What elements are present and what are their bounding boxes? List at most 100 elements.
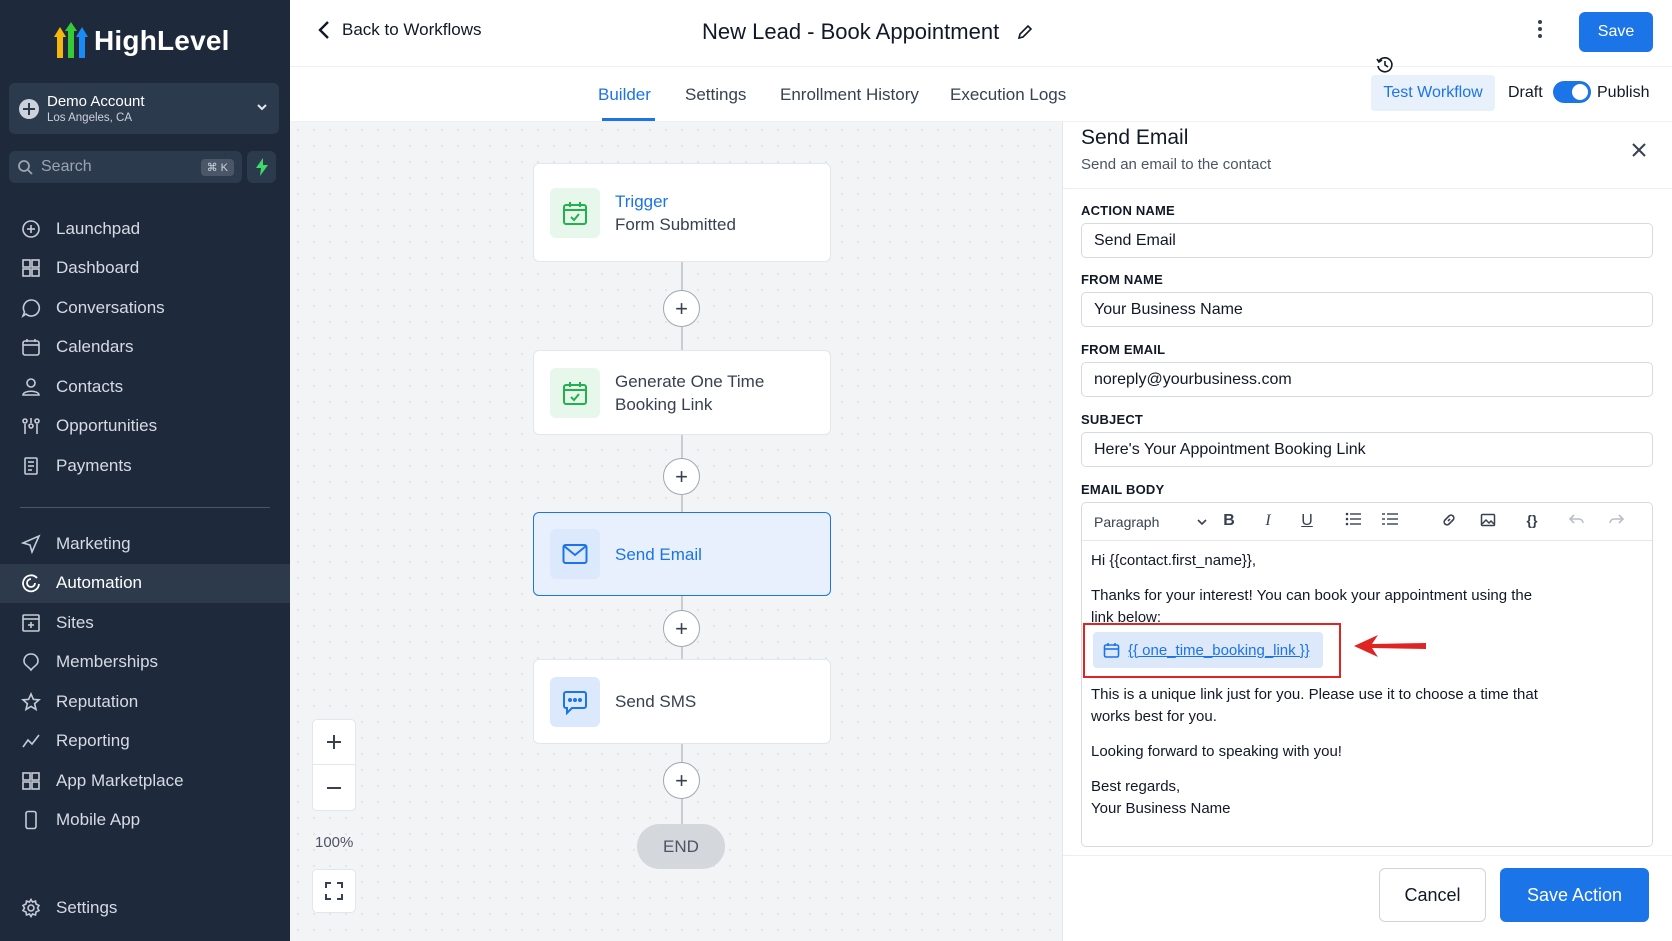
- bold-icon[interactable]: B: [1219, 512, 1239, 530]
- sidebar-item-dashboard[interactable]: Dashboard: [0, 249, 290, 289]
- italic-icon[interactable]: I: [1258, 512, 1278, 530]
- brand-name: HighLevel: [94, 25, 230, 56]
- opportunities-icon: [20, 415, 42, 437]
- star-icon: [20, 691, 42, 713]
- sidebar-item-conversations[interactable]: Conversations: [0, 288, 290, 328]
- test-workflow-button[interactable]: Test Workflow: [1371, 75, 1495, 111]
- zoom-out-button[interactable]: [313, 765, 355, 810]
- fit-to-screen-button[interactable]: [312, 869, 356, 913]
- search-icon: [18, 160, 33, 175]
- reporting-icon: [20, 730, 42, 752]
- add-step-button[interactable]: +: [663, 762, 700, 799]
- sidebar-item-launchpad[interactable]: Launchpad: [0, 209, 290, 249]
- sidebar-item-label: Settings: [56, 897, 118, 917]
- quick-actions-button[interactable]: [247, 151, 276, 183]
- link-icon[interactable]: [1439, 512, 1459, 533]
- sidebar-item-payments[interactable]: Payments: [0, 446, 290, 486]
- sidebar-item-reputation[interactable]: Reputation: [0, 682, 290, 722]
- workflow-title: New Lead - Book Appointment: [702, 19, 1033, 45]
- action-name-field[interactable]: Send Email: [1081, 223, 1653, 258]
- email-body-editor[interactable]: Paragraph B I U {} Hi {{contact.first_na…: [1081, 502, 1653, 847]
- booking-link-text[interactable]: {{ one_time_booking_link }}: [1128, 642, 1310, 659]
- add-step-button[interactable]: +: [663, 458, 700, 495]
- save-action-button[interactable]: Save Action: [1500, 868, 1649, 922]
- sidebar-item-automation[interactable]: Automation: [0, 563, 290, 603]
- tab-settings[interactable]: Settings: [685, 85, 746, 105]
- close-icon[interactable]: [1631, 138, 1647, 164]
- underline-icon[interactable]: U: [1297, 512, 1317, 530]
- from-email-label: FROM EMAIL: [1081, 342, 1166, 357]
- sidebar-item-sites[interactable]: Sites: [0, 603, 290, 643]
- sidebar-item-label: Launchpad: [56, 218, 141, 238]
- sidebar-item-label: Contacts: [56, 376, 124, 396]
- sidebar-item-marketing[interactable]: Marketing: [0, 524, 290, 564]
- workflow-node-send-sms[interactable]: Send SMS: [533, 659, 831, 744]
- chevron-left-icon: [318, 21, 329, 39]
- sidebar-item-app-marketplace[interactable]: App Marketplace: [0, 761, 290, 801]
- back-to-workflows-link[interactable]: Back to Workflows: [318, 20, 482, 40]
- sidebar-item-mobile-app[interactable]: Mobile App: [0, 801, 290, 841]
- tab-execution-logs[interactable]: Execution Logs: [950, 85, 1066, 105]
- sidebar-item-reporting[interactable]: Reporting: [0, 722, 290, 762]
- connector-line: [681, 495, 683, 512]
- node-label: Trigger Form Submitted: [615, 190, 736, 236]
- account-switcher[interactable]: Demo Account Los Angeles, CA: [9, 83, 279, 134]
- add-step-button[interactable]: +: [663, 610, 700, 647]
- calendar-icon: [550, 187, 600, 238]
- sidebar-item-label: Reputation: [56, 691, 139, 711]
- more-options-icon[interactable]: [1537, 19, 1543, 45]
- undo-icon[interactable]: [1567, 512, 1587, 531]
- launchpad-icon: [20, 218, 42, 240]
- email-paragraph-2-line2: works best for you.: [1091, 708, 1217, 725]
- workflow-node-send-email[interactable]: Send Email: [533, 512, 831, 596]
- workflow-end-node: END: [637, 824, 725, 869]
- panel-footer-divider: [1063, 855, 1672, 856]
- sidebar-item-settings[interactable]: Settings: [0, 888, 290, 928]
- search-input[interactable]: Search ⌘ K: [9, 151, 242, 183]
- sidebar-item-calendars[interactable]: Calendars: [0, 328, 290, 368]
- from-name-label: FROM NAME: [1081, 272, 1163, 287]
- panel-subtitle: Send an email to the contact: [1081, 156, 1272, 173]
- booking-link-chip[interactable]: {{ one_time_booking_link }}: [1093, 632, 1323, 668]
- sidebar-item-label: Dashboard: [56, 258, 140, 278]
- brand-logo[interactable]: HighLevel: [54, 22, 230, 60]
- panel-title: Send Email: [1081, 126, 1189, 149]
- from-name-field[interactable]: Your Business Name: [1081, 292, 1653, 327]
- from-email-field[interactable]: noreply@yourbusiness.com: [1081, 362, 1653, 397]
- numbered-list-icon[interactable]: [1380, 512, 1400, 531]
- search-placeholder: Search: [41, 158, 92, 175]
- redo-icon[interactable]: [1606, 512, 1626, 531]
- workflow-node-trigger[interactable]: Trigger Form Submitted: [533, 163, 831, 262]
- add-step-button[interactable]: +: [663, 290, 700, 327]
- sidebar-item-contacts[interactable]: Contacts: [0, 367, 290, 407]
- workflow-node-booking-link[interactable]: Generate One Time Booking Link: [533, 350, 831, 435]
- zoom-in-button[interactable]: [313, 720, 355, 766]
- paragraph-format-select[interactable]: Paragraph: [1094, 514, 1207, 530]
- subject-field[interactable]: Here's Your Appointment Booking Link: [1081, 432, 1653, 467]
- tab-enrollment-history[interactable]: Enrollment History: [780, 85, 919, 105]
- memberships-icon: [20, 651, 42, 673]
- node-title-line1: Generate One Time: [615, 371, 765, 391]
- grid-icon: [20, 770, 42, 792]
- sidebar: HighLevel Demo Account Los Angeles, CA S…: [0, 0, 290, 941]
- pencil-icon[interactable]: [1017, 24, 1033, 40]
- highlevel-logo-icon: [54, 22, 88, 58]
- bullet-list-icon[interactable]: [1343, 512, 1363, 531]
- tab-builder[interactable]: Builder: [598, 85, 651, 105]
- sidebar-item-opportunities[interactable]: Opportunities: [0, 407, 290, 447]
- email-signoff-line: Best regards,: [1091, 778, 1181, 795]
- sidebar-item-label: Payments: [56, 455, 132, 475]
- save-button[interactable]: Save: [1579, 12, 1653, 52]
- sidebar-item-memberships[interactable]: Memberships: [0, 643, 290, 683]
- code-braces-icon[interactable]: {}: [1522, 512, 1542, 528]
- email-paragraph-2-line1: This is a unique link just for you. Plea…: [1091, 686, 1538, 703]
- node-label: Send SMS: [615, 690, 696, 713]
- publish-label: Publish: [1597, 84, 1650, 101]
- sidebar-nav-footer: Settings: [0, 888, 290, 928]
- image-icon[interactable]: [1478, 512, 1498, 533]
- sidebar-item-label: Mobile App: [56, 810, 141, 830]
- highlight-box: {{ one_time_booking_link }}: [1083, 623, 1341, 678]
- workflow-canvas[interactable]: Trigger Form Submitted + Generate One Ti…: [290, 122, 1062, 941]
- publish-toggle[interactable]: [1553, 81, 1591, 103]
- cancel-button[interactable]: Cancel: [1379, 868, 1486, 922]
